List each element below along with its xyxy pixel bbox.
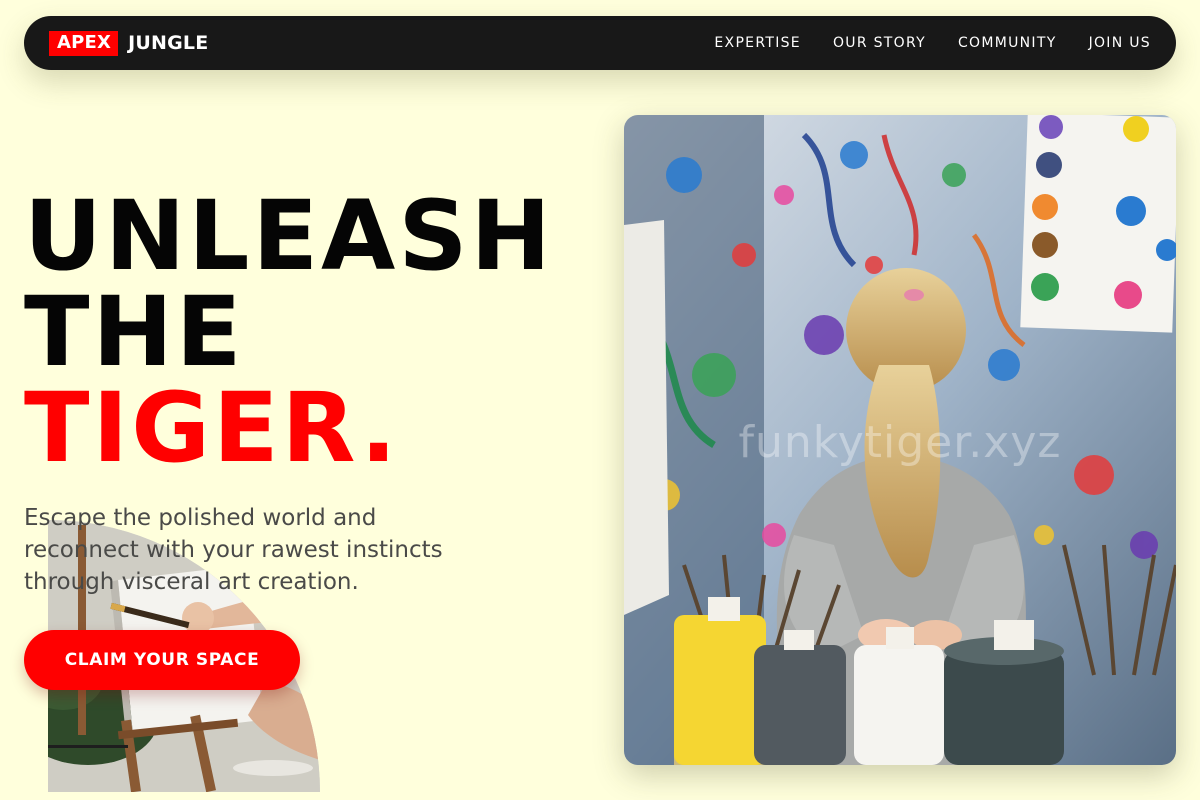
hero-headline: UNLEASH THE TIGER. bbox=[24, 188, 554, 476]
nav-link-community[interactable]: COMMUNITY bbox=[958, 35, 1057, 51]
girl-in-paint-studio-photo: funkytiger.xyz bbox=[624, 115, 1176, 765]
image-watermark: funkytiger.xyz bbox=[738, 417, 1062, 468]
headline-line-3-accent: TIGER. bbox=[24, 372, 400, 484]
nav-links: EXPERTISE OUR STORY COMMUNITY JOIN US bbox=[714, 35, 1151, 51]
headline-line-2: THE bbox=[24, 276, 245, 388]
top-navbar: APEX JUNGLE EXPERTISE OUR STORY COMMUNIT… bbox=[24, 16, 1176, 70]
claim-your-space-button[interactable]: CLAIM YOUR SPACE bbox=[24, 630, 300, 690]
nav-link-our-story[interactable]: OUR STORY bbox=[833, 35, 926, 51]
logo-brand-mark: APEX bbox=[49, 30, 119, 56]
nav-link-join-us[interactable]: JOIN US bbox=[1089, 35, 1151, 51]
hero-subtext: Escape the polished world and reconnect … bbox=[24, 505, 443, 595]
site-logo[interactable]: APEX JUNGLE bbox=[49, 30, 209, 56]
nav-link-expertise[interactable]: EXPERTISE bbox=[714, 35, 801, 51]
headline-line-1: UNLEASH bbox=[24, 180, 554, 292]
landing-page: APEX JUNGLE EXPERTISE OUR STORY COMMUNIT… bbox=[0, 0, 1200, 800]
logo-brand-name: JUNGLE bbox=[128, 32, 209, 54]
